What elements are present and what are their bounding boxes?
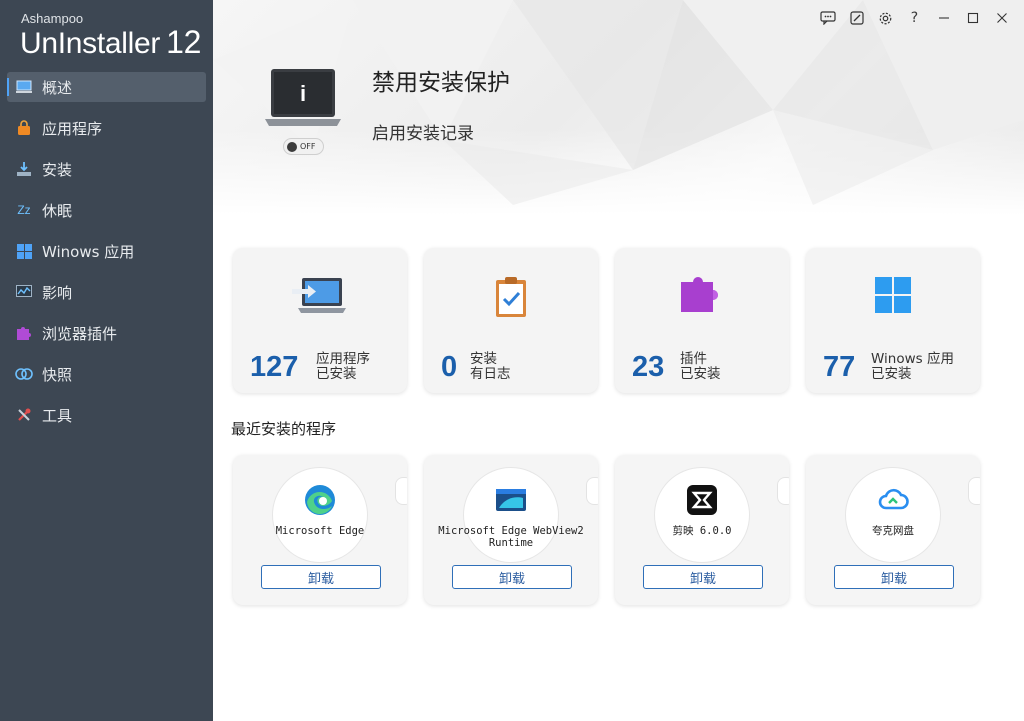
brand-name: UnInstaller (20, 27, 161, 60)
hero-title: 禁用安装保护 (372, 70, 510, 96)
windows-apps-icon (15, 242, 33, 260)
stat-value: 0 (441, 351, 458, 383)
stat-label: 插件 已安装 (680, 352, 721, 382)
window-titlebar: ? (813, 7, 1016, 29)
toggle-label: OFF (300, 142, 316, 151)
main-content: ? i OFF 禁用安装保护 启用安装记录 127 应用程序 已安装 0 安装 … (213, 0, 1024, 721)
sidebar-item-label: 工具 (42, 406, 73, 425)
stat-label: 应用程序 已安装 (316, 352, 370, 382)
stat-card-windows-apps[interactable]: 77 Winows 应用 已安装 (806, 248, 980, 393)
card-notch (395, 477, 407, 505)
sidebar-item-label: 休眠 (42, 201, 73, 220)
toggle-knob (287, 141, 297, 152)
stat-label-line1: 插件 (680, 351, 707, 367)
help-icon[interactable]: ? (900, 7, 929, 29)
impact-icon (15, 283, 33, 301)
hibernate-icon: Zz (17, 203, 31, 217)
card-notch (968, 477, 980, 505)
sidebar-item-install[interactable]: 安装 (7, 154, 206, 184)
sidebar-item-label: 影响 (42, 283, 73, 302)
sidebar-item-hibernate[interactable]: Zz 休眠 (7, 195, 206, 225)
stat-card-installs[interactable]: 0 安装 有日志 (424, 248, 598, 393)
stat-label-line2: 已安装 (680, 366, 721, 382)
sidebar-item-label: 应用程序 (42, 119, 103, 138)
protection-toggle[interactable]: OFF (283, 138, 324, 155)
card-notch (777, 477, 789, 505)
stat-label-line1: 应用程序 (316, 351, 370, 367)
snapshot-icon (15, 365, 33, 383)
applications-icon (15, 119, 33, 137)
settings-icon[interactable] (871, 7, 900, 29)
stat-label-line1: 安装 (470, 351, 497, 367)
sidebar-item-label: Winows 应用 (42, 242, 135, 261)
sidebar-item-label: 浏览器插件 (42, 324, 118, 343)
sidebar-item-label: 概述 (42, 78, 73, 97)
clipboard-check-icon (494, 276, 528, 322)
sidebar-item-label: 快照 (42, 365, 73, 384)
windows-logo-icon (874, 276, 912, 318)
uninstall-button[interactable]: 卸载 (261, 565, 381, 589)
minimize-icon[interactable] (929, 7, 958, 29)
card-notch (586, 477, 598, 505)
laptop-info-glyph: i (300, 81, 306, 106)
sidebar-item-overview[interactable]: 概述 (7, 72, 206, 102)
tools-icon (15, 406, 33, 424)
uninstall-button[interactable]: 卸载 (643, 565, 763, 589)
hero-banner: ? i OFF 禁用安装保护 启用安装记录 (213, 0, 1024, 215)
install-icon (15, 160, 33, 178)
stat-value: 127 (250, 351, 299, 383)
sidebar-item-label: 安装 (42, 160, 73, 179)
laptop-info-icon: i (265, 69, 341, 131)
overview-icon (15, 78, 33, 96)
app-logo: UnInstaller 12 (20, 24, 201, 61)
stat-label-line1: Winows 应用 (871, 351, 954, 367)
sidebar-item-applications[interactable]: 应用程序 (7, 113, 206, 143)
stat-card-applications[interactable]: 127 应用程序 已安装 (233, 248, 407, 393)
sidebar-item-browser-plugins[interactable]: 浏览器插件 (7, 318, 206, 348)
sidebar-item-windows-apps[interactable]: Winows 应用 (7, 236, 206, 266)
stat-label-line2: 已安装 (316, 366, 357, 382)
sidebar-item-snapshot[interactable]: 快照 (7, 359, 206, 389)
app-name: 剪映 6.0.0 (672, 525, 732, 537)
webview2-icon (495, 484, 527, 516)
sidebar: Ashampoo UnInstaller12 概述 应用程序 安装 Zz 休眠 (0, 0, 213, 721)
feedback-icon[interactable] (813, 7, 842, 29)
sidebar-item-tools[interactable]: 工具 (7, 400, 206, 430)
stat-label: 安装 有日志 (470, 352, 511, 382)
stat-value: 23 (632, 351, 665, 383)
app-name: Microsoft Edge WebView2 Runtime (438, 525, 584, 549)
hero-subtitle[interactable]: 启用安装记录 (372, 119, 474, 144)
recent-app-card: 剪映 6.0.0 卸载 (615, 455, 789, 605)
browser-plugins-icon (15, 324, 33, 342)
edge-icon (304, 484, 336, 516)
stat-value: 77 (823, 351, 856, 383)
recent-app-card: 夸克网盘 卸载 (806, 455, 980, 605)
recent-app-card: Microsoft Edge WebView2 Runtime 卸载 (424, 455, 598, 605)
close-icon[interactable] (987, 7, 1016, 29)
maximize-icon[interactable] (958, 7, 987, 29)
stat-label: Winows 应用 已安装 (871, 352, 954, 382)
sidebar-nav: 概述 应用程序 安装 Zz 休眠 Winows 应用 影响 浏览器插件 快照 工… (0, 72, 213, 441)
app-name: 夸克网盘 (872, 525, 914, 537)
uninstall-button[interactable]: 卸载 (834, 565, 954, 589)
quark-cloud-icon (877, 484, 909, 516)
stat-label-line2: 已安装 (871, 366, 912, 382)
recent-app-card: Microsoft Edge 卸载 (233, 455, 407, 605)
edit-icon[interactable] (842, 7, 871, 29)
capcut-icon (686, 484, 718, 516)
puzzle-icon (679, 276, 725, 318)
uninstall-button[interactable]: 卸载 (452, 565, 572, 589)
brand-version: 12 (166, 24, 202, 60)
sidebar-item-impact[interactable]: 影响 (7, 277, 206, 307)
recent-installs-title: 最近安装的程序 (231, 420, 337, 438)
stat-label-line2: 有日志 (470, 366, 511, 382)
app-name: Microsoft Edge (275, 525, 365, 537)
stat-card-plugins[interactable]: 23 插件 已安装 (615, 248, 789, 393)
laptop-import-icon (292, 276, 348, 320)
